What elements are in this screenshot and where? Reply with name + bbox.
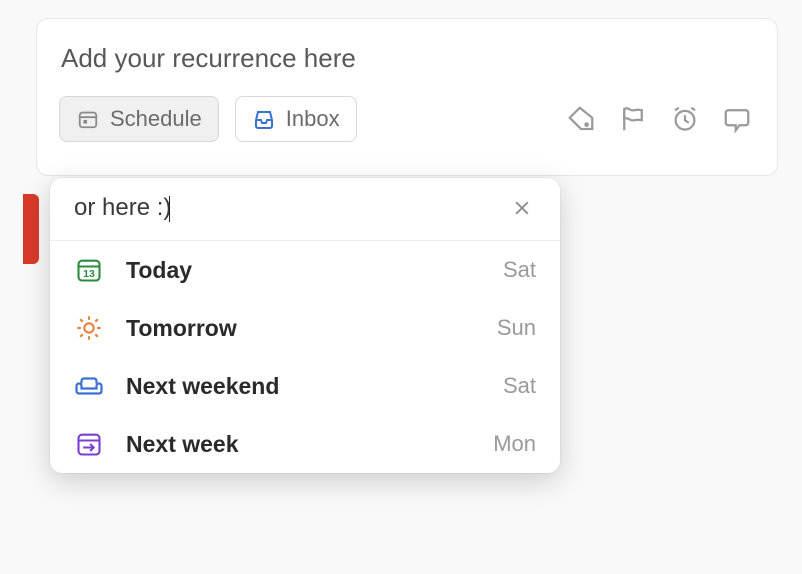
arrow-right-box-icon: [74, 429, 104, 459]
option-label: Tomorrow: [126, 315, 475, 342]
calendar-13-icon: 13: [74, 255, 104, 285]
calendar-icon: [76, 107, 100, 131]
inbox-chip[interactable]: Inbox: [235, 96, 357, 142]
option-label: Next weekend: [126, 373, 481, 400]
option-day: Mon: [493, 431, 536, 457]
option-day: Sat: [503, 257, 536, 283]
option-day: Sun: [497, 315, 536, 341]
scheduler-popover: or here :) 13 Today Sat: [50, 178, 560, 473]
option-today[interactable]: 13 Today Sat: [50, 241, 560, 299]
inbox-chip-label: Inbox: [286, 106, 340, 132]
couch-icon: [74, 371, 104, 401]
option-label: Next week: [126, 431, 471, 458]
text-caret: [169, 196, 170, 222]
option-label: Today: [126, 257, 481, 284]
option-day: Sat: [503, 373, 536, 399]
schedule-chip[interactable]: Schedule: [59, 96, 219, 142]
svg-text:13: 13: [83, 268, 95, 280]
sun-icon: [74, 313, 104, 343]
alarm-button[interactable]: [667, 101, 703, 137]
clear-search-button[interactable]: [508, 194, 536, 222]
task-title-placeholder[interactable]: Add your recurrence here: [61, 43, 755, 74]
scheduler-search-input[interactable]: or here :): [74, 194, 508, 222]
option-tomorrow[interactable]: Tomorrow Sun: [50, 299, 560, 357]
schedule-chip-label: Schedule: [110, 106, 202, 132]
tag-button[interactable]: [563, 101, 599, 137]
option-next-week[interactable]: Next week Mon: [50, 415, 560, 473]
option-next-weekend[interactable]: Next weekend Sat: [50, 357, 560, 415]
comment-button[interactable]: [719, 101, 755, 137]
flag-button[interactable]: [615, 101, 651, 137]
selection-accent: [23, 194, 39, 264]
inbox-tray-icon: [252, 107, 276, 131]
scheduler-search-row: or here :): [50, 178, 560, 240]
task-controls-row: Schedule Inbox: [59, 96, 755, 142]
task-card: Add your recurrence here Schedule Inbox: [36, 18, 778, 176]
